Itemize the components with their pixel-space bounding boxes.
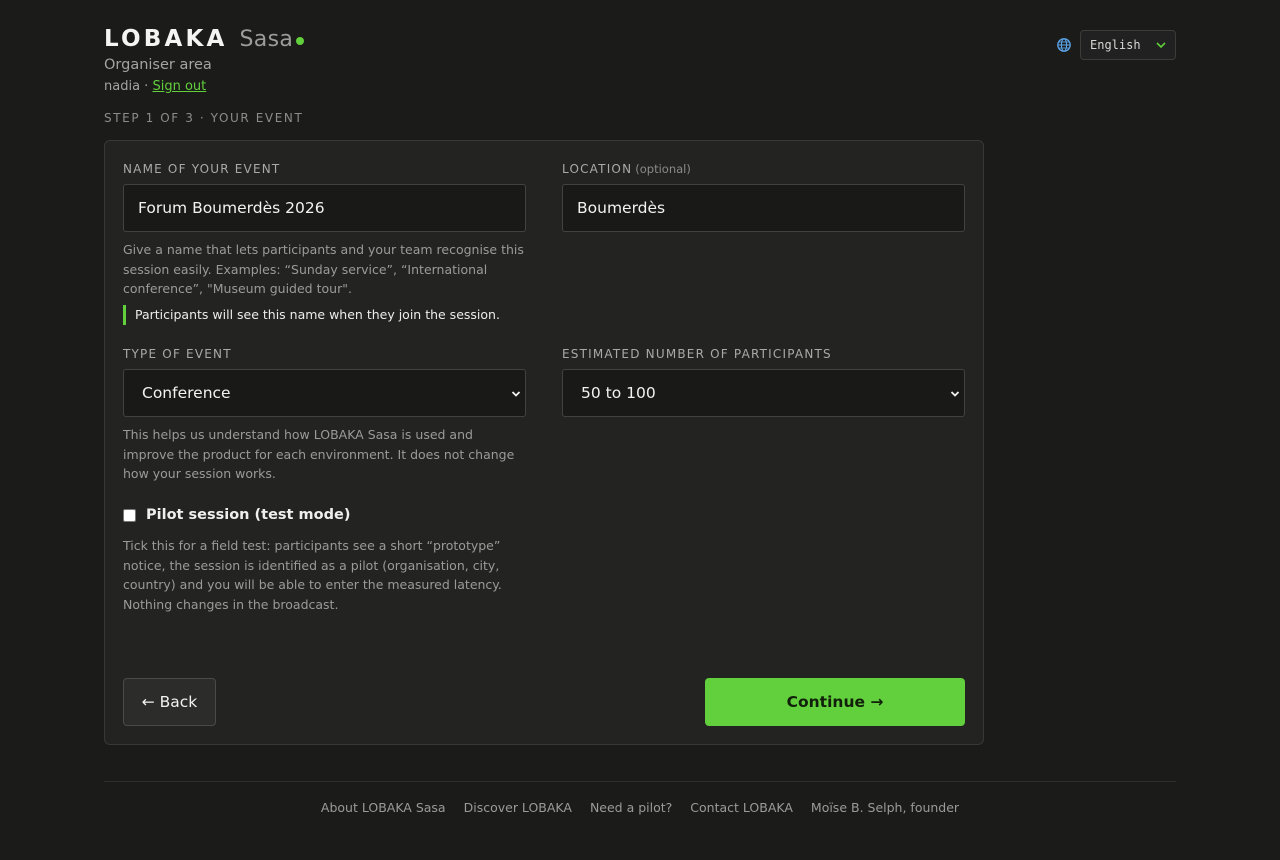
pilot-session-help: Tick this for a field test: participants… [123,538,502,612]
location-optional-hint: (optional) [635,162,691,176]
location-label-text: LOCATION [562,162,633,176]
chevron-down-icon [1156,42,1166,49]
location-value: Boumerdès [577,199,666,217]
event-name-help: Give a name that lets participants and y… [123,242,524,296]
brand-name: LOBAKA [104,26,228,52]
status-dot [296,37,305,45]
username: nadia [104,79,141,94]
participants-select[interactable]: 50 to 100 [562,369,965,417]
participants-label-text: ESTIMATED NUMBER OF PARTICIPANTS [562,347,832,361]
footer-link-about[interactable]: About LOBAKA Sasa [321,800,446,815]
pilot-session-label[interactable]: Pilot session (test mode) [146,507,350,523]
event-type-label: TYPE OF EVENT [123,347,232,361]
event-name-input[interactable]: Forum Boumerdès 2026 [123,184,526,232]
participants-value: 50 to 100 [581,384,656,402]
event-type-value: Conference [142,384,231,402]
continue-button[interactable]: Continue → [705,678,965,726]
user-line: nadia · Sign out [104,79,206,94]
back-button[interactable]: ← Back [123,678,216,726]
globe-icon [1057,38,1071,52]
footer-divider [104,781,1176,782]
participants-label: ESTIMATED NUMBER OF PARTICIPANTS [562,347,832,361]
brand-sub: Sasa [239,27,294,52]
sign-out-link[interactable]: Sign out [152,79,206,94]
chevron-down-icon [511,391,521,397]
event-name-label: NAME OF YOUR EVENT [123,162,280,176]
step-indicator: STEP 1 OF 3 · YOUR EVENT [104,111,304,125]
event-form-card: NAME OF YOUR EVENT Forum Boumerdès 2026 … [104,140,984,745]
brand: LOBAKA Sasa [104,26,305,52]
chevron-down-icon [950,391,960,397]
language-switcher: English [1056,30,1176,60]
pilot-session-toggle[interactable]: Pilot session (test mode) [123,507,350,523]
event-name-label-text: NAME OF YOUR EVENT [123,162,281,176]
language-select[interactable]: English [1080,30,1176,60]
language-value: English [1090,38,1141,52]
location-label: LOCATION (optional) [562,162,691,176]
footer-link-pilot[interactable]: Need a pilot? [590,800,672,815]
footer-links: About LOBAKA Sasa Discover LOBAKA Need a… [104,800,1176,815]
location-input[interactable]: Boumerdès [562,184,965,232]
event-type-select[interactable]: Conference [123,369,526,417]
pilot-session-checkbox[interactable] [123,508,136,522]
event-name-value: Forum Boumerdès 2026 [138,199,325,217]
event-type-label-text: TYPE OF EVENT [123,347,232,361]
footer-link-contact[interactable]: Contact LOBAKA [690,800,793,815]
footer-link-founder[interactable]: Moïse B. Selph, founder [811,800,959,815]
user-separator: · [140,79,153,94]
organiser-area-label: Organiser area [104,57,212,73]
event-type-help: This helps us understand how LOBAKA Sasa… [123,427,515,481]
footer-link-discover[interactable]: Discover LOBAKA [464,800,572,815]
event-name-note: Participants will see this name when the… [123,305,523,325]
